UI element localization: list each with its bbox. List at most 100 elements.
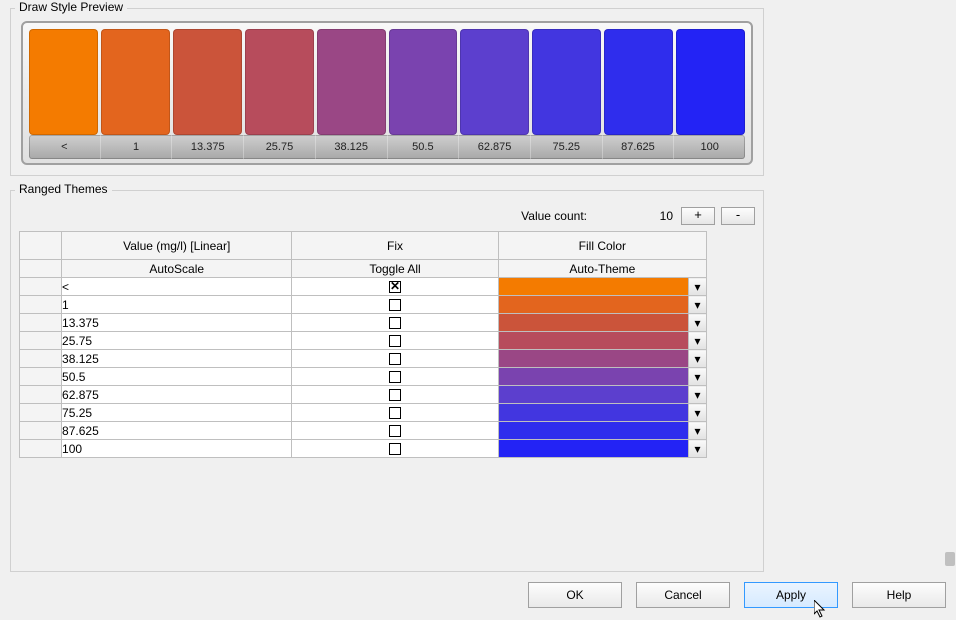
value-cell[interactable]: < <box>62 278 292 296</box>
header-value[interactable]: Value (mg/l) [Linear] <box>62 232 292 260</box>
fix-checkbox[interactable] <box>389 443 401 455</box>
fix-cell[interactable] <box>292 350 498 368</box>
fill-color-swatch <box>499 440 688 457</box>
value-cell[interactable]: 87.625 <box>62 422 292 440</box>
row-header[interactable] <box>20 350 62 368</box>
fill-color-dropdown-icon[interactable]: ▾ <box>688 422 706 440</box>
fix-cell[interactable] <box>292 404 498 422</box>
ok-button[interactable]: OK <box>528 582 622 608</box>
fix-cell[interactable] <box>292 422 498 440</box>
table-row: 13.375 ▾ <box>20 314 707 332</box>
value-cell[interactable]: 13.375 <box>62 314 292 332</box>
header-fillcolor[interactable]: Fill Color <box>498 232 706 260</box>
fix-checkbox[interactable] <box>389 389 401 401</box>
dialog-root: Draw Style Preview <113.37525.7538.12550… <box>0 0 956 620</box>
row-header[interactable] <box>20 440 62 458</box>
fill-color-dropdown-icon[interactable]: ▾ <box>688 440 706 458</box>
preview-label-bar: <113.37525.7538.12550.562.87575.2587.625… <box>29 135 745 159</box>
value-cell[interactable]: 38.125 <box>62 350 292 368</box>
fill-color-cell[interactable] <box>498 278 688 296</box>
value-cell[interactable]: 50.5 <box>62 368 292 386</box>
header-fix[interactable]: Fix <box>292 232 498 260</box>
value-count-plus-button[interactable]: + <box>681 207 715 225</box>
fill-color-cell[interactable] <box>498 386 688 404</box>
fix-cell[interactable] <box>292 332 498 350</box>
fill-color-cell[interactable] <box>498 296 688 314</box>
fill-color-dropdown-icon[interactable]: ▾ <box>688 368 706 386</box>
fill-color-dropdown-icon[interactable]: ▾ <box>688 350 706 368</box>
preview-swatch-label: 13.375 <box>172 135 244 159</box>
table-row: 25.75 ▾ <box>20 332 707 350</box>
fill-color-cell[interactable] <box>498 350 688 368</box>
ranged-table: Value (mg/l) [Linear] Fix Fill Color Aut… <box>19 231 707 458</box>
vertical-scrollbar[interactable] <box>940 0 956 574</box>
fill-color-dropdown-icon[interactable]: ▾ <box>688 332 706 350</box>
header2-empty <box>20 260 62 278</box>
row-header[interactable] <box>20 314 62 332</box>
table-row: 62.875 ▾ <box>20 386 707 404</box>
fill-color-cell[interactable] <box>498 440 688 458</box>
row-header[interactable] <box>20 296 62 314</box>
apply-button[interactable]: Apply <box>744 582 838 608</box>
fix-checkbox[interactable] <box>389 281 401 293</box>
row-header[interactable] <box>20 422 62 440</box>
fill-color-dropdown-icon[interactable]: ▾ <box>688 404 706 422</box>
value-cell[interactable]: 75.25 <box>62 404 292 422</box>
table-row: 100 ▾ <box>20 440 707 458</box>
header-autotheme[interactable]: Auto-Theme <box>498 260 706 278</box>
header-autoscale[interactable]: AutoScale <box>62 260 292 278</box>
row-header[interactable] <box>20 386 62 404</box>
preview-swatch <box>173 29 242 135</box>
fix-checkbox[interactable] <box>389 353 401 365</box>
fix-cell[interactable] <box>292 440 498 458</box>
fill-color-swatch <box>499 404 688 421</box>
preview-swatch-label: 62.875 <box>459 135 531 159</box>
value-count-minus-button[interactable]: - <box>721 207 755 225</box>
fill-color-swatch <box>499 332 688 349</box>
fill-color-cell[interactable] <box>498 422 688 440</box>
fix-cell[interactable] <box>292 296 498 314</box>
fix-checkbox[interactable] <box>389 371 401 383</box>
fill-color-cell[interactable] <box>498 368 688 386</box>
value-cell[interactable]: 100 <box>62 440 292 458</box>
header-toggle-all[interactable]: Toggle All <box>292 260 498 278</box>
preview-swatch-label: 87.625 <box>603 135 675 159</box>
preview-swatch <box>604 29 673 135</box>
fill-color-cell[interactable] <box>498 404 688 422</box>
fix-checkbox[interactable] <box>389 299 401 311</box>
fix-cell[interactable] <box>292 386 498 404</box>
fill-color-dropdown-icon[interactable]: ▾ <box>688 278 706 296</box>
preview-swatch-label: 100 <box>674 135 745 159</box>
preview-swatch <box>101 29 170 135</box>
table-row: <▾ <box>20 278 707 296</box>
fill-color-dropdown-icon[interactable]: ▾ <box>688 314 706 332</box>
value-cell[interactable]: 1 <box>62 296 292 314</box>
fill-color-cell[interactable] <box>498 332 688 350</box>
preview-swatch <box>532 29 601 135</box>
fix-cell[interactable] <box>292 314 498 332</box>
fix-checkbox[interactable] <box>389 425 401 437</box>
header-empty <box>20 232 62 260</box>
value-cell[interactable]: 62.875 <box>62 386 292 404</box>
fix-checkbox[interactable] <box>389 335 401 347</box>
fix-cell[interactable] <box>292 368 498 386</box>
fill-color-swatch <box>499 296 688 313</box>
help-button[interactable]: Help <box>852 582 946 608</box>
row-header[interactable] <box>20 278 62 296</box>
cancel-button[interactable]: Cancel <box>636 582 730 608</box>
fill-color-dropdown-icon[interactable]: ▾ <box>688 386 706 404</box>
row-header[interactable] <box>20 368 62 386</box>
fill-color-dropdown-icon[interactable]: ▾ <box>688 296 706 314</box>
dialog-button-row: OK Cancel Apply Help <box>0 582 946 610</box>
preview-swatch <box>676 29 745 135</box>
value-cell[interactable]: 25.75 <box>62 332 292 350</box>
table-row: 87.625 ▾ <box>20 422 707 440</box>
preview-swatch <box>29 29 98 135</box>
fill-color-cell[interactable] <box>498 314 688 332</box>
fix-cell[interactable] <box>292 278 498 296</box>
row-header[interactable] <box>20 332 62 350</box>
row-header[interactable] <box>20 404 62 422</box>
preview-swatch <box>460 29 529 135</box>
fix-checkbox[interactable] <box>389 407 401 419</box>
fix-checkbox[interactable] <box>389 317 401 329</box>
